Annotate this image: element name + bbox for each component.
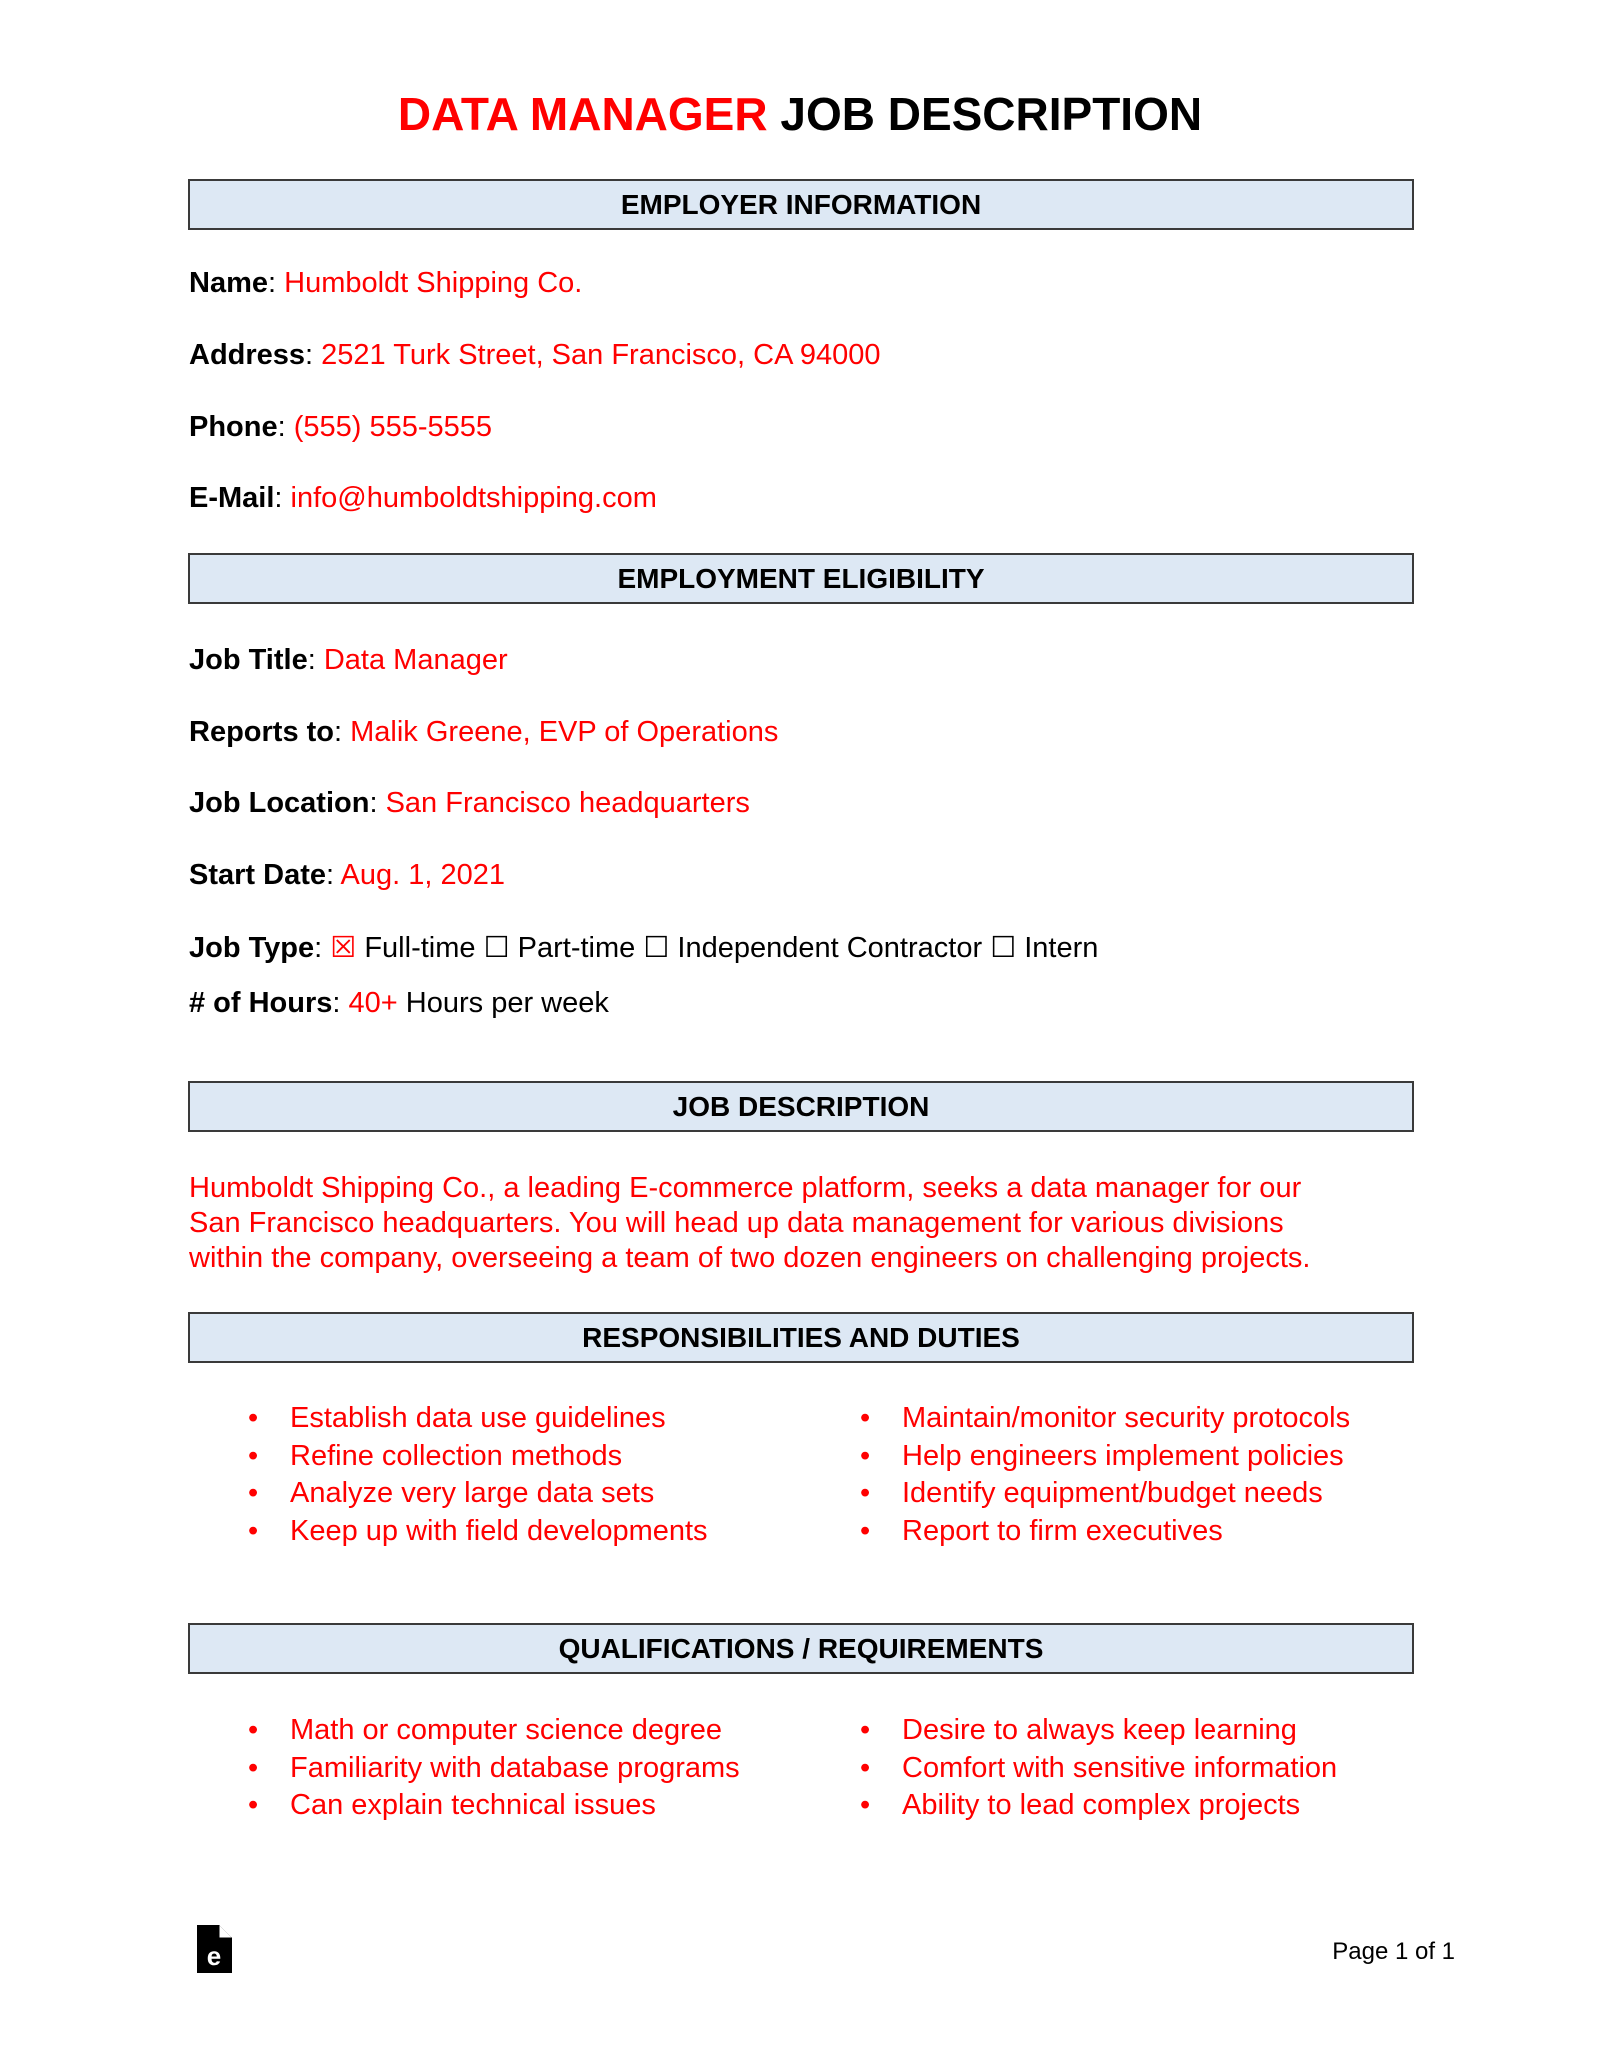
bullet-icon: • <box>248 1477 259 1509</box>
bullet-icon: • <box>248 1714 259 1746</box>
list-item: • Keep up with field developments <box>248 1513 808 1551</box>
employer-address-field: Address: 2521 Turk Street, San Francisco… <box>189 339 881 371</box>
checkbox-intern[interactable]: ☐ <box>990 931 1016 965</box>
employer-phone-field: Phone: (555) 555-5555 <box>189 411 493 443</box>
field-label: Job Type <box>189 932 315 964</box>
checkbox-part-time[interactable]: ☐ <box>484 931 510 965</box>
checkbox-full-time[interactable]: ☒ <box>330 931 356 965</box>
description-line: San Francisco headquarters. You will hea… <box>189 1207 1284 1239</box>
responsibilities-list-right: • Maintain/monitor security protocols • He… <box>860 1400 1420 1550</box>
list-item: • Identify equipment/budget needs <box>860 1475 1420 1513</box>
qualifications-list-left: • Math or computer science degree • Famili… <box>248 1712 808 1825</box>
field-label: E-Mail <box>189 482 275 514</box>
title-rest: JOB DESCRIPTION <box>780 88 1203 140</box>
field-label: Job Title <box>189 644 308 676</box>
hours-suffix: Hours per week <box>405 987 609 1019</box>
section-header-description: JOB DESCRIPTION <box>188 1081 1414 1132</box>
page-number: Page 1 of 1 <box>1332 1938 1455 1965</box>
section-header-employer: EMPLOYER INFORMATION <box>188 179 1414 230</box>
bullet-icon: • <box>860 1514 871 1547</box>
list-item: • Help engineers implement policies <box>860 1438 1420 1476</box>
field-label: Address <box>189 339 306 371</box>
reports-to-field: Reports to: Malik Greene, EVP of Operati… <box>189 716 779 748</box>
job-description-paragraph: Humboldt Shipping Co., a leading E-comme… <box>189 1171 1419 1276</box>
start-date-field: Start Date: Aug. 1, 2021 <box>189 859 505 891</box>
qualifications-list-right: • Desire to always keep learning • Comfort… <box>860 1712 1420 1825</box>
option-label-part-time: Part-time <box>517 932 636 964</box>
bullet-icon: • <box>860 1789 871 1821</box>
field-value: Malik Greene, EVP of Operations <box>350 716 779 748</box>
job-title-field: Job Title: Data Manager <box>189 644 508 676</box>
field-label: Name <box>189 267 268 299</box>
option-label-independent-contractor: Independent Contractor <box>677 932 983 964</box>
list-item: • Comfort with sensitive information <box>860 1750 1420 1788</box>
list-item: • Can explain technical issues <box>248 1787 808 1825</box>
employer-name-field: Name: Humboldt Shipping Co. <box>189 267 583 299</box>
job-type-field: Job Type: ☒ Full-time ☐ Part-time ☐ Inde… <box>189 931 1099 965</box>
option-label-full-time: Full-time <box>364 932 476 964</box>
eforms-logo-icon: e <box>197 1925 232 1973</box>
svg-text:e: e <box>207 1941 221 1971</box>
bullet-icon: • <box>860 1714 871 1746</box>
field-value: Humboldt Shipping Co. <box>284 267 583 299</box>
field-value: Aug. 1, 2021 <box>340 859 505 891</box>
bullet-icon: • <box>860 1439 871 1472</box>
hours-field: # of Hours: 40+ Hours per week <box>189 987 609 1019</box>
checkbox-independent-contractor[interactable]: ☐ <box>643 931 669 965</box>
document-title: DATA MANAGER JOB DESCRIPTION <box>0 86 1600 142</box>
field-value: 40+ <box>348 987 398 1019</box>
field-label: Phone <box>189 411 278 443</box>
responsibilities-list-left: • Establish data use guidelines • Refine c… <box>248 1400 808 1550</box>
bullet-icon: • <box>248 1751 259 1784</box>
list-item: • Refine collection methods <box>248 1438 808 1476</box>
bullet-icon: • <box>860 1751 871 1784</box>
field-value: Data Manager <box>323 644 508 676</box>
field-label: Reports to <box>189 716 334 748</box>
field-label: # of Hours <box>189 987 333 1019</box>
title-highlight: DATA MANAGER <box>397 88 768 140</box>
field-value: (555) 555-5555 <box>293 411 493 443</box>
bullet-icon: • <box>248 1789 259 1821</box>
employer-email-field: E-Mail: info@humboldtshipping.com <box>189 482 657 514</box>
list-item: • Familiarity with database programs <box>248 1750 808 1788</box>
field-value: 2521 Turk Street, San Francisco, CA 9400… <box>321 339 881 371</box>
description-line: within the company, overseeing a team of… <box>189 1242 1311 1274</box>
bullet-icon: • <box>248 1402 259 1434</box>
list-item: • Math or computer science degree <box>248 1712 808 1750</box>
bullet-icon: • <box>248 1514 259 1547</box>
list-item: • Ability to lead complex projects <box>860 1787 1420 1825</box>
section-header-responsibilities: RESPONSIBILITIES AND DUTIES <box>188 1312 1414 1363</box>
field-value: San Francisco headquarters <box>385 787 750 819</box>
bullet-icon: • <box>860 1477 871 1509</box>
section-header-eligibility: EMPLOYMENT ELIGIBILITY <box>188 553 1414 604</box>
field-value: info@humboldtshipping.com <box>290 482 657 514</box>
field-label: Job Location <box>189 787 370 819</box>
section-header-qualifications: QUALIFICATIONS / REQUIREMENTS <box>188 1623 1414 1674</box>
description-line: Humboldt Shipping Co., a leading E-comme… <box>189 1172 1302 1204</box>
option-label-intern: Intern <box>1024 932 1099 964</box>
bullet-icon: • <box>860 1402 871 1434</box>
list-item: • Maintain/monitor security protocols <box>860 1400 1420 1438</box>
list-item: • Establish data use guidelines <box>248 1400 808 1438</box>
list-item: • Desire to always keep learning <box>860 1712 1420 1750</box>
bullet-icon: • <box>248 1439 259 1472</box>
field-label: Start Date <box>189 859 326 891</box>
job-location-field: Job Location: San Francisco headquarters <box>189 787 750 819</box>
list-item: • Analyze very large data sets <box>248 1475 808 1513</box>
list-item: • Report to firm executives <box>860 1513 1420 1551</box>
